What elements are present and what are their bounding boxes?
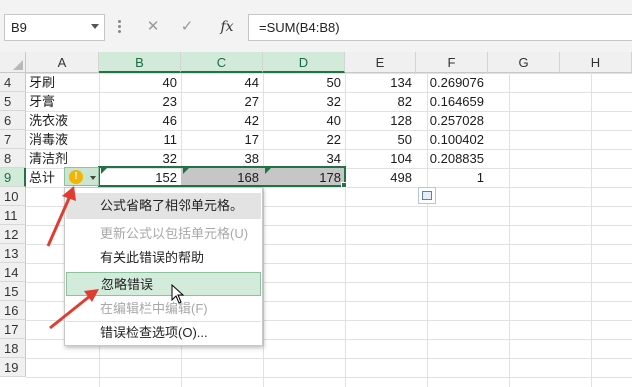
cell-e9[interactable]: 498: [345, 168, 416, 187]
fx-icon: fx: [220, 19, 234, 35]
drag-handle-icon[interactable]: [118, 20, 121, 34]
formula-bar: B9 ✕ ✓ fx =SUM(B4:B8): [0, 0, 632, 52]
error-indicator-icon: [183, 168, 189, 174]
insert-function-button[interactable]: fx: [214, 14, 240, 41]
cell-a9[interactable]: 总计: [26, 168, 64, 187]
column-header-h[interactable]: H: [560, 52, 632, 73]
row-header[interactable]: 5: [0, 92, 26, 111]
error-indicator-icon: [265, 168, 271, 174]
cell-e7[interactable]: 50: [345, 130, 416, 149]
row-header[interactable]: 13: [0, 244, 26, 263]
row-header[interactable]: 12: [0, 225, 26, 244]
row-header[interactable]: 10: [0, 187, 26, 206]
row-header[interactable]: 6: [0, 111, 26, 130]
chevron-down-icon[interactable]: [91, 24, 99, 29]
name-box-value: B9: [11, 20, 27, 35]
cell-f5[interactable]: 0.164659: [416, 92, 488, 111]
menu-item-error-checking-options[interactable]: 错误检查选项(O)...: [66, 321, 261, 345]
menu-item-ignore-error[interactable]: 忽略错误: [66, 272, 261, 296]
name-box[interactable]: B9: [4, 14, 105, 41]
cell-f6[interactable]: 0.257028: [416, 111, 488, 130]
row-header[interactable]: 4: [0, 73, 26, 92]
cell-d7[interactable]: 22: [263, 130, 345, 149]
column-header-f[interactable]: F: [416, 52, 488, 73]
column-header-c[interactable]: C: [181, 52, 263, 73]
cell-f7[interactable]: 0.100402: [416, 130, 488, 149]
cell-e8[interactable]: 104: [345, 149, 416, 168]
cell-a7[interactable]: 消毒液: [26, 130, 99, 149]
row-header[interactable]: 8: [0, 149, 26, 168]
cell-c6[interactable]: 42: [181, 111, 263, 130]
select-all-button[interactable]: [0, 52, 26, 73]
check-icon: ✓: [180, 18, 194, 35]
error-check-button[interactable]: !: [64, 167, 99, 186]
cell-f4[interactable]: 0.269076: [416, 73, 488, 92]
cell-c4[interactable]: 44: [181, 73, 263, 92]
enter-button[interactable]: ✓: [174, 14, 200, 41]
quick-analysis-button[interactable]: [418, 187, 436, 204]
cell-c5[interactable]: 27: [181, 92, 263, 111]
error-context-menu: 公式省略了相邻单元格。 更新公式以包括单元格(U) 有关此错误的帮助 忽略错误 …: [64, 187, 263, 346]
cell-b5[interactable]: 23: [99, 92, 181, 111]
cell-d6[interactable]: 40: [263, 111, 345, 130]
table-icon: [422, 191, 432, 200]
row-header[interactable]: 16: [0, 301, 26, 320]
cell-f9[interactable]: 1: [416, 168, 488, 187]
cell-b6[interactable]: 46: [99, 111, 181, 130]
cell-a4[interactable]: 牙刷: [26, 73, 99, 92]
chevron-down-icon: [90, 176, 96, 180]
row-header[interactable]: 7: [0, 130, 26, 149]
cancel-button[interactable]: ✕: [140, 14, 166, 41]
cell-d4[interactable]: 50: [263, 73, 345, 92]
column-header-d[interactable]: D: [263, 52, 345, 73]
menu-header: 公式省略了相邻单元格。: [66, 193, 261, 219]
select-all-icon: [13, 60, 23, 70]
cell-a6[interactable]: 洗衣液: [26, 111, 99, 130]
row-header-selected[interactable]: 9: [0, 168, 26, 187]
cell-b4[interactable]: 40: [99, 73, 181, 92]
menu-item-update-formula[interactable]: 更新公式以包括单元格(U): [66, 222, 261, 246]
error-indicator-icon: [101, 168, 107, 174]
cell-e4[interactable]: 134: [345, 73, 416, 92]
column-header-g[interactable]: G: [488, 52, 560, 73]
warning-icon: !: [69, 170, 83, 184]
formula-text: =SUM(B4:B8): [259, 20, 340, 35]
cell-d5[interactable]: 32: [263, 92, 345, 111]
mouse-pointer-icon: [171, 284, 185, 304]
row-header[interactable]: 14: [0, 263, 26, 282]
menu-item-help[interactable]: 有关此错误的帮助: [66, 246, 261, 270]
menu-item-edit-in-formula-bar[interactable]: 在编辑栏中编辑(F): [66, 297, 261, 321]
formula-input[interactable]: =SUM(B4:B8): [248, 14, 632, 41]
row-header[interactable]: 18: [0, 339, 26, 358]
close-icon: ✕: [146, 18, 160, 35]
cell-f8[interactable]: 0.208835: [416, 149, 488, 168]
fill-handle[interactable]: [341, 182, 347, 188]
column-header-a[interactable]: A: [26, 52, 99, 73]
column-header-b[interactable]: B: [99, 52, 181, 73]
cell-e5[interactable]: 82: [345, 92, 416, 111]
active-selection-border: [98, 166, 346, 187]
cell-b7[interactable]: 11: [99, 130, 181, 149]
row-header[interactable]: 11: [0, 206, 26, 225]
row-header[interactable]: 15: [0, 282, 26, 301]
cell-c7[interactable]: 17: [181, 130, 263, 149]
cell-e6[interactable]: 128: [345, 111, 416, 130]
row-header[interactable]: 17: [0, 320, 26, 339]
column-header-e[interactable]: E: [345, 52, 416, 73]
cell-a8[interactable]: 清洁剂: [26, 149, 99, 168]
row-header[interactable]: 19: [0, 358, 26, 377]
cell-a5[interactable]: 牙膏: [26, 92, 99, 111]
